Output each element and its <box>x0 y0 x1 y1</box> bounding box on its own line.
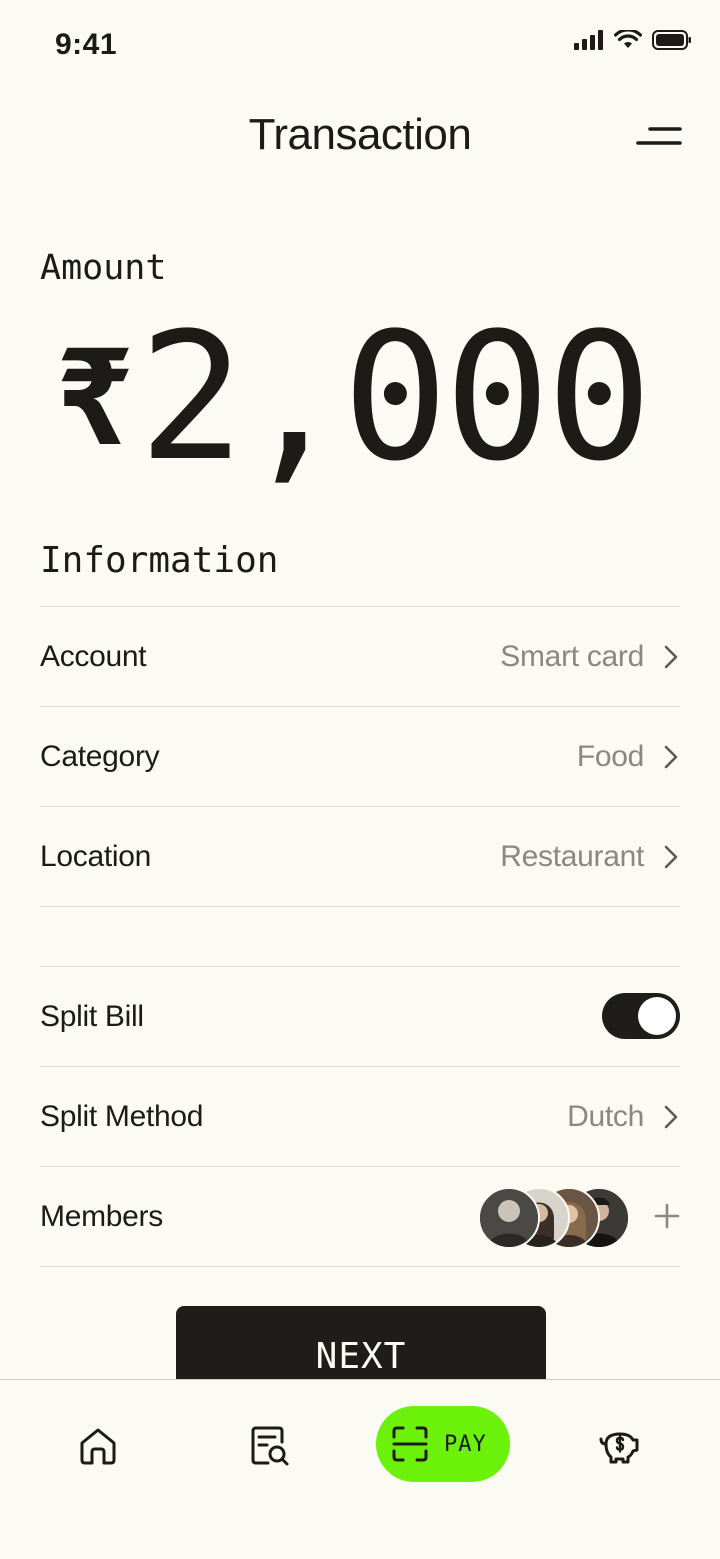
members-label: Members <box>40 1199 163 1233</box>
category-label: Category <box>40 739 160 773</box>
account-label: Account <box>40 639 147 673</box>
amount-value: 2,000 <box>138 295 652 500</box>
account-value: Smart card <box>500 639 644 673</box>
information-heading: Information <box>40 540 279 581</box>
chevron-right-icon <box>664 845 678 868</box>
chevron-right-icon <box>664 645 678 668</box>
add-member-icon[interactable] <box>654 1203 680 1229</box>
toggle-knob <box>638 997 676 1035</box>
wifi-icon <box>614 30 642 48</box>
location-row[interactable]: Location Restaurant <box>40 806 680 907</box>
status-bar: 9:41 <box>0 0 720 90</box>
location-value: Restaurant <box>500 839 644 873</box>
avatar <box>478 1187 540 1249</box>
amount-display: ₹ 2,000 <box>55 295 652 500</box>
split-list: Split Bill Split Method Dutch Members <box>40 966 680 1267</box>
status-icons <box>574 30 692 50</box>
pay-label: PAY <box>444 1431 487 1457</box>
information-list: Account Smart card Category Food Locatio… <box>40 606 680 907</box>
split-bill-label: Split Bill <box>40 999 144 1033</box>
menu-icon[interactable] <box>636 122 682 152</box>
split-method-value: Dutch <box>567 1099 644 1133</box>
split-method-row[interactable]: Split Method Dutch <box>40 1066 680 1166</box>
home-icon[interactable] <box>76 1424 120 1468</box>
header: Transaction <box>0 108 720 168</box>
category-row[interactable]: Category Food <box>40 706 680 806</box>
piggy-bank-icon[interactable] <box>598 1424 642 1468</box>
status-time: 9:41 <box>55 28 118 61</box>
location-label: Location <box>40 839 152 873</box>
bottom-tab-bar: PAY <box>0 1379 720 1559</box>
chevron-right-icon <box>664 745 678 768</box>
battery-icon <box>652 30 691 50</box>
split-method-label: Split Method <box>40 1099 204 1133</box>
amount-label: Amount <box>40 248 167 288</box>
member-avatars[interactable] <box>478 1187 630 1249</box>
split-bill-toggle[interactable] <box>602 993 680 1039</box>
pay-button[interactable]: PAY <box>376 1406 510 1482</box>
currency-symbol: ₹ <box>55 322 135 476</box>
scan-icon <box>392 1426 428 1462</box>
page-title: Transaction <box>248 110 472 159</box>
chevron-right-icon <box>664 1105 678 1128</box>
split-bill-row: Split Bill <box>40 966 680 1066</box>
account-row[interactable]: Account Smart card <box>40 606 680 706</box>
members-row: Members <box>40 1166 680 1267</box>
search-document-icon[interactable] <box>248 1424 292 1468</box>
category-value: Food <box>576 739 644 773</box>
cellular-signal-icon <box>574 30 603 50</box>
